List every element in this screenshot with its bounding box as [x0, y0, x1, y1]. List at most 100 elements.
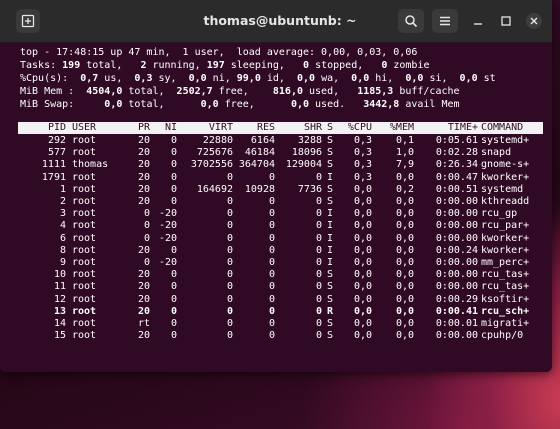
cell-time: 0:00.00	[435, 257, 478, 268]
cell-time: 0:00.41	[435, 305, 478, 317]
cell-res: 0	[268, 269, 275, 281]
cell-pid: 1791	[41, 171, 66, 183]
cell-res: 0	[268, 220, 275, 232]
summary-segment: total,	[122, 86, 177, 97]
cell-ni: 0	[170, 281, 177, 293]
cell-shr: 0	[315, 281, 322, 293]
cell-mem: 0,0	[395, 196, 414, 207]
summary-segment: 1185,3	[357, 86, 394, 97]
cell-res: 0	[268, 257, 275, 268]
search-button[interactable]	[398, 9, 424, 33]
cell-mem: 7,9	[395, 159, 414, 171]
cell-cmd: migrati+	[481, 318, 530, 329]
summary-segment: sleeping,	[224, 60, 304, 71]
cell-shr: 0	[315, 220, 322, 232]
cell-user: root	[72, 293, 97, 305]
cell-shr: 7736	[297, 183, 322, 195]
summary-segment: 0,3	[134, 73, 153, 84]
cell-time: 0:00.00	[435, 232, 478, 244]
summary-segment: 0,7	[80, 73, 99, 84]
cell-time: 0:05.61	[435, 135, 478, 146]
cell-cpu: 0,0	[353, 293, 372, 305]
cell-res: 10928	[244, 183, 275, 195]
cell-cmd: mm_perc+	[481, 257, 530, 268]
new-tab-button[interactable]	[16, 9, 40, 33]
cell-cpu: 0,0	[353, 281, 372, 293]
cell-pr: 20	[137, 135, 150, 146]
cell-res: 0	[268, 196, 275, 207]
close-button[interactable]	[526, 13, 542, 29]
cell-virt: 0	[226, 208, 233, 220]
cell-cpu: 0,0	[353, 269, 372, 281]
cell-user: root	[72, 208, 97, 220]
summary-line: top - 17:48:15 up 47 min, 1 user, load a…	[20, 46, 417, 59]
cell-mem: 0,0	[395, 330, 414, 342]
summary-segment: total,	[80, 60, 141, 71]
cell-shr: 0	[315, 257, 322, 268]
table-row: 9 root 0 -20 0 0 0 I 0,0 0,0 0:00.00 mm_perc+	[18, 257, 543, 269]
cell-ni: 0	[170, 318, 177, 329]
window-title: thomas@ubuntunb: ~	[203, 13, 357, 28]
cell-ni: 0	[170, 147, 177, 159]
summary-segment: 197	[206, 60, 225, 71]
cell-virt: 3702556	[190, 159, 233, 171]
minimize-button[interactable]	[470, 13, 486, 29]
cell-pid: 292	[47, 135, 66, 146]
cell-time: 0:00.00	[435, 196, 478, 207]
cell-time: 0:00.00	[435, 330, 478, 342]
cell-pr: 20	[137, 281, 150, 293]
cell-pr: 20	[137, 183, 150, 195]
column-header-pr: PR	[137, 122, 150, 133]
summary-segment: st	[477, 73, 496, 84]
cell-cmd: kworker+	[481, 171, 530, 183]
cell-cpu: 0,0	[353, 244, 372, 256]
cell-user: root	[72, 171, 97, 183]
summary-segment: us,	[98, 73, 135, 84]
cell-virt: 22880	[202, 135, 233, 146]
cell-ni: 0	[170, 269, 177, 281]
cell-pr: 20	[137, 293, 150, 305]
cell-cmd: snapd	[481, 147, 512, 159]
cell-virt: 0	[226, 232, 233, 244]
cell-time: 0:00.29	[435, 293, 478, 305]
cell-virt: 0	[226, 281, 233, 293]
title-bar[interactable]: thomas@ubuntunb: ~	[0, 0, 552, 43]
cell-res: 0	[268, 208, 275, 220]
cell-cpu: 0,0	[353, 183, 372, 195]
cell-shr: 3288	[297, 135, 322, 146]
cell-pid: 6	[59, 232, 66, 244]
cell-virt: 0	[226, 257, 233, 268]
cell-pid: 13	[53, 305, 66, 317]
summary-segment: 816,0	[272, 86, 303, 97]
cell-cpu: 0,3	[353, 159, 372, 171]
cell-pr: 0	[143, 257, 150, 268]
table-row: 1111 thomas 20 0 3702556 364704 129004 S 0,3 7,9 0…	[18, 159, 543, 171]
cell-shr: 0	[315, 293, 322, 305]
cell-res: 6164	[250, 135, 275, 146]
cell-pid: 15	[53, 330, 66, 342]
cell-cmd: rcu_par+	[481, 220, 530, 232]
cell-virt: 164692	[196, 183, 233, 195]
summary-segment: 0,0	[351, 73, 370, 84]
cell-cpu: 0,0	[353, 330, 372, 342]
cell-ni: 0	[170, 293, 177, 305]
cell-pr: rt	[137, 318, 150, 329]
cell-user: root	[72, 305, 97, 317]
terminal-output[interactable]: top - 17:48:15 up 47 min, 1 user, load a…	[0, 43, 552, 372]
maximize-button[interactable]	[498, 13, 514, 29]
cell-cpu: 0,3	[353, 147, 372, 159]
cell-virt: 0	[226, 220, 233, 232]
column-header-cpu: %CPU	[347, 122, 372, 133]
table-row: 10 root 20 0 0 0 0 S 0,0 0,0 0:00.00 rcu_tas+	[18, 269, 543, 281]
table-row: 292 root 20 0 22880 6164 3288 S 0,3 0,1 0:05.61 sys…	[18, 135, 543, 147]
menu-button[interactable]	[432, 9, 458, 33]
cell-virt: 0	[226, 244, 233, 256]
cell-res: 0	[268, 281, 275, 293]
summary-segment: 0,0	[188, 73, 207, 84]
cell-cpu: 0,0	[353, 220, 372, 232]
cell-pid: 12	[53, 293, 66, 305]
terminal-window[interactable]: thomas@ubuntunb: ~ top - 17:48:15 up 47 …	[0, 0, 552, 372]
cell-user: root	[72, 281, 97, 293]
cell-cmd: ksoftir+	[481, 293, 530, 305]
cell-cmd: kworker+	[481, 232, 530, 244]
